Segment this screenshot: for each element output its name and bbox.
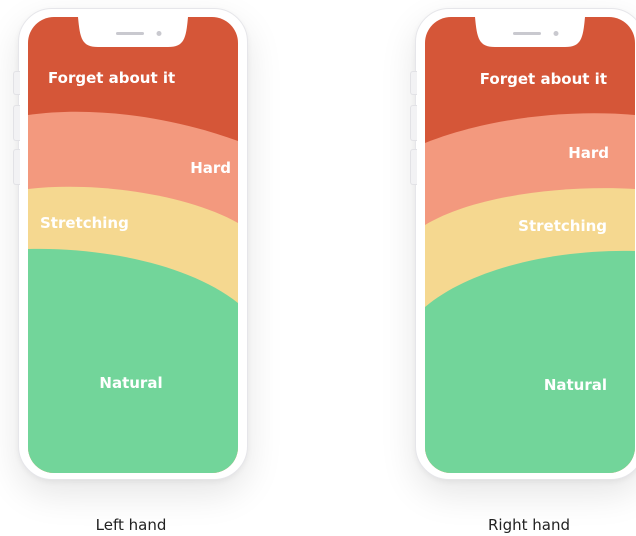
label-forget-about-it: Forget about it [48,69,175,87]
label-natural: Natural [544,376,607,394]
front-camera [553,31,559,36]
caption-left-hand: Left hand [95,516,167,534]
label-hard: Hard [190,159,231,177]
phone-side-button [410,105,417,141]
label-stretching: Stretching [40,214,129,232]
front-camera [156,31,162,36]
phone-side-button [13,149,20,185]
phone-side-button [410,71,417,95]
phone-left-screen: Forget about it Hard Stretching Natural [28,17,238,473]
label-natural: Natural [99,374,162,392]
phone-side-button [13,105,20,141]
label-hard: Hard [568,144,609,162]
caption-right-hand: Right hand [488,516,570,534]
phone-side-button [13,71,20,95]
label-stretching: Stretching [518,217,607,235]
speaker-grille [116,32,144,35]
thumb-zone-diagram: Forget about it Hard Stretching Natural [0,0,636,536]
speaker-grille [513,32,541,35]
phone-right: Forget about it Hard Stretching Natural [410,8,636,480]
phone-left: Forget about it Hard Stretching Natural [13,8,248,480]
phone-side-button [410,149,417,185]
label-forget-about-it: Forget about it [480,70,607,88]
phone-right-screen: Forget about it Hard Stretching Natural [425,17,635,473]
